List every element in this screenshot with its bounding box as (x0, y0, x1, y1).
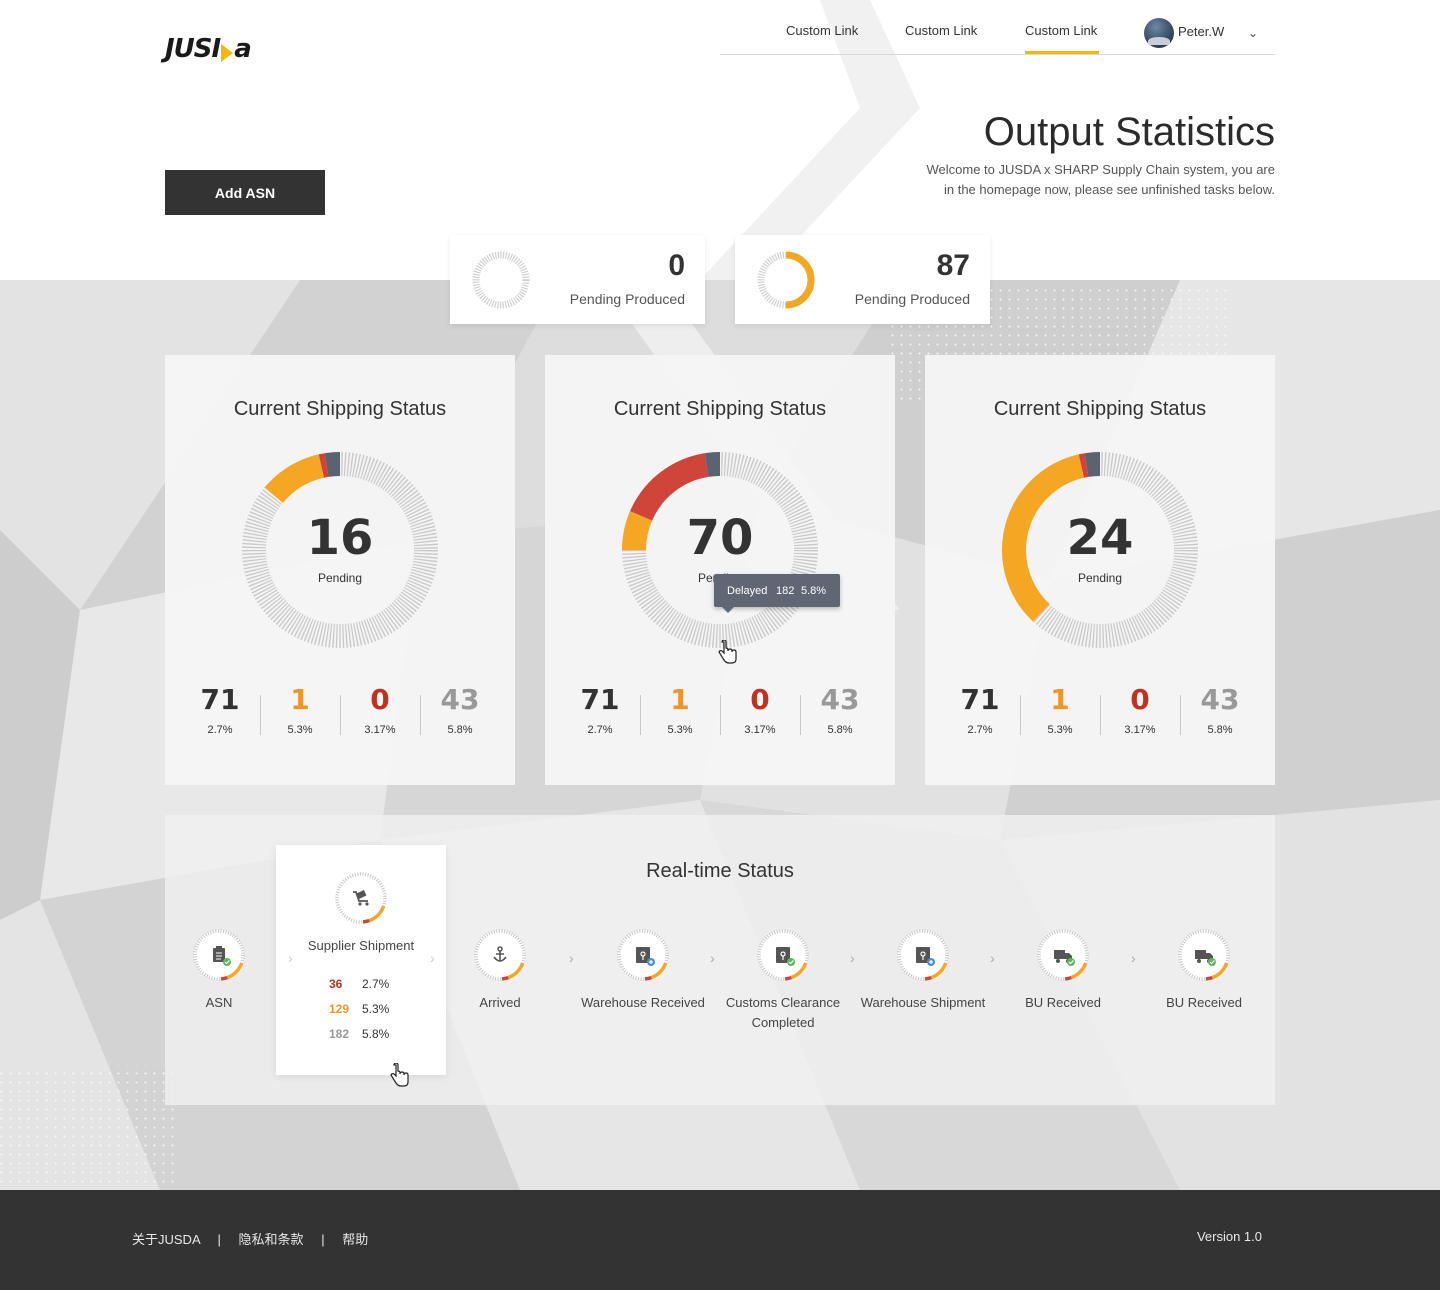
hand-cursor-icon (718, 640, 737, 664)
logo-text: JUSI (165, 34, 221, 64)
status-card-2[interactable]: Current Shipping Status 70 Pending 712.7… (545, 355, 895, 785)
delayed-tooltip: Delayed 182 5.8% (714, 574, 840, 613)
status-card-3[interactable]: Current Shipping Status 24 Pending 71 2.7… (925, 355, 1275, 785)
popup-row-1: 36 2.7% (329, 977, 390, 991)
step-label: ASN (205, 995, 233, 1010)
chevron-right-icon: › (710, 950, 715, 966)
stat-3: 0 3.17% (744, 683, 776, 736)
welcome-text: Welcome to JUSDA x SHARP Supply Chain sy… (926, 162, 1276, 197)
stat-1: 71 2.7% (960, 683, 1000, 736)
step-label: BU Received (1025, 995, 1101, 1010)
card-title: Current Shipping Status (233, 398, 447, 420)
truck-icon (1178, 929, 1230, 981)
stat-4: 43 5.8% (1200, 683, 1240, 736)
user-name[interactable]: Peter.W (1178, 24, 1224, 39)
step-label: Warehouse Received (581, 995, 705, 1010)
top-nav: Custom Link Custom Link Custom Link Pete… (720, 0, 1275, 55)
card-title: Current Shipping Status (993, 398, 1207, 420)
stats-row: 71 2.7% 1 5.3% 0 3.17% 43 5.8% (180, 680, 500, 740)
chevron-down-icon[interactable]: ⌄ (1248, 26, 1258, 40)
donut-number: 24 (1066, 510, 1134, 566)
status-card-1[interactable]: Current Shipping Status 16 Pending 71 2.7… (165, 355, 515, 785)
footer-link-about[interactable]: 关于JUSDA (132, 1232, 200, 1247)
chevron-right-icon: › (990, 950, 995, 966)
warehouse-icon (617, 929, 669, 981)
popup-row-2: 129 5.3% (329, 1002, 390, 1016)
chevron-right-icon: › (1131, 950, 1136, 966)
donut-label: Pending (1077, 571, 1123, 585)
step-label: Warehouse Shipment (860, 995, 986, 1010)
donut-number: 70 (686, 510, 754, 566)
pending-value-1: 0 (668, 249, 685, 282)
chevron-right-icon: › (850, 950, 855, 966)
footer-link-help[interactable]: 帮助 (342, 1232, 368, 1247)
card-title: Current Shipping Status (613, 398, 827, 420)
cart-icon (335, 872, 387, 924)
nav-link-3[interactable]: Custom Link (1025, 23, 1100, 54)
customs-icon (757, 929, 809, 981)
pending-ring-1 (472, 251, 530, 309)
pending-ring-2 (757, 251, 815, 309)
stat-2: 1 5.3% (667, 683, 693, 736)
stat-4: 43 5.8% (820, 683, 860, 736)
pending-card-2[interactable]: 87 Pending Produced (735, 235, 990, 324)
footer-separator: | (217, 1232, 221, 1247)
clipboard-icon (193, 929, 245, 981)
step-label: BU Received (1166, 995, 1242, 1010)
add-asn-button[interactable]: Add ASN (165, 170, 325, 215)
pending-label-2: Pending Produced (854, 291, 970, 307)
footer-link-privacy[interactable]: 隐私和条款 (239, 1232, 304, 1247)
chevron-right-icon: › (430, 950, 435, 966)
avatar[interactable] (1144, 18, 1174, 48)
logo-mark-icon (221, 43, 234, 62)
stats-row: 71 2.7% 1 5.3% 0 3.17% 43 5.8% (560, 680, 880, 740)
pending-card-1[interactable]: 0 Pending Produced (450, 235, 705, 324)
stat-2: 1 5.3% (287, 683, 313, 736)
page-title: Output Statistics (983, 110, 1275, 154)
footer: 关于JUSDA | 隐私和条款 | 帮助 Version 1.0 (0, 1190, 1440, 1290)
donut-label: Pending (317, 571, 363, 585)
step-label: Supplier Shipment (307, 938, 415, 953)
jusda-logo[interactable]: JUSI a (165, 34, 252, 66)
chevron-right-icon: › (569, 950, 574, 966)
version-label: Version 1.0 (1196, 1229, 1262, 1244)
pending-value-2: 87 (936, 249, 970, 282)
nav-link-1[interactable]: Custom Link (786, 23, 858, 38)
truck-icon (1037, 929, 1089, 981)
stat-1: 71 2.7% (580, 683, 620, 736)
step-label: Customs Clearance Completed (725, 995, 841, 1030)
footer-links: 关于JUSDA | 隐私和条款 | 帮助 (132, 1229, 368, 1248)
header-area: JUSI a Custom Link Custom Link Custom Lin… (0, 0, 1440, 280)
warehouse-icon (897, 929, 949, 981)
chevron-right-icon: › (288, 950, 293, 966)
step-label: Arrived (479, 995, 521, 1010)
stat-3: 0 3.17% (364, 683, 396, 736)
anchor-icon (474, 929, 526, 981)
footer-separator: | (321, 1232, 325, 1247)
stat-2: 1 5.3% (1047, 683, 1073, 736)
pending-label-1: Pending Produced (569, 291, 685, 307)
popup-row-3: 182 5.8% (329, 1027, 390, 1041)
nav-link-2[interactable]: Custom Link (905, 23, 977, 38)
stats-row: 71 2.7% 1 5.3% 0 3.17% 43 5.8% (940, 680, 1260, 740)
stat-3: 0 3.17% (1124, 683, 1156, 736)
donut-number: 16 (306, 510, 374, 566)
stat-1: 71 2.7% (200, 683, 240, 736)
hand-cursor-icon (390, 1063, 409, 1087)
stat-4: 43 5.8% (440, 683, 480, 736)
